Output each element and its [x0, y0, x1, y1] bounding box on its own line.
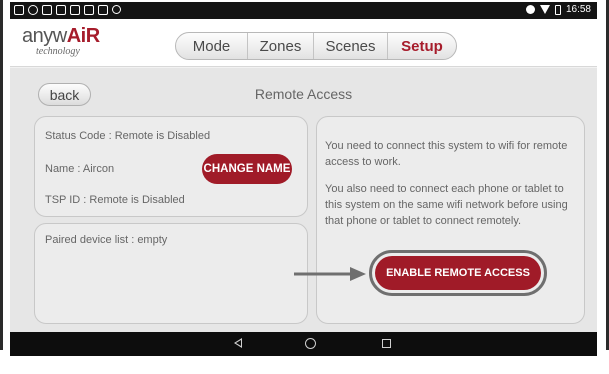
annotation-arrow-icon: [294, 267, 366, 281]
page-title: Remote Access: [254, 86, 353, 102]
main-tab-bar: Mode Zones Scenes Setup: [175, 32, 457, 60]
info-icon: [112, 5, 121, 14]
tablet-screen: 16:58 anywAiR technology Mode Zones Scen…: [10, 2, 597, 356]
home-icon[interactable]: [305, 338, 316, 349]
tab-setup[interactable]: Setup: [388, 33, 456, 59]
image-icon: [98, 5, 108, 15]
paired-devices-panel: Paired device list : empty: [34, 223, 308, 324]
tsp-id-text: TSP ID : Remote is Disabled: [45, 194, 185, 206]
notification-icon: [14, 5, 24, 15]
image-icon: [56, 5, 66, 15]
device-edge-left: [0, 0, 3, 350]
status-time: 16:58: [565, 4, 591, 15]
change-name-button[interactable]: CHANGE NAME: [202, 154, 292, 184]
brand-logo: anywAiR technology: [22, 25, 112, 63]
wifi-icon: [539, 5, 550, 14]
back-icon-inner: [236, 340, 241, 346]
paired-list-text: Paired device list : empty: [45, 234, 168, 246]
enable-remote-access-button[interactable]: ENABLE REMOTE ACCESS: [375, 256, 541, 290]
image-icon: [42, 5, 52, 15]
remote-access-page: Remote Access back Status Code : Remote …: [10, 68, 597, 332]
logo-wordmark: anywAiR: [22, 25, 112, 48]
tab-zones[interactable]: Zones: [248, 33, 314, 59]
sync-icon: [28, 5, 38, 15]
image-icon: [84, 5, 94, 15]
back-button[interactable]: back: [38, 83, 91, 106]
status-icons-right: 16:58: [525, 4, 591, 15]
logo-suffix: AiR: [66, 25, 100, 47]
tab-scenes[interactable]: Scenes: [314, 33, 388, 59]
wifi-requirement-text: You need to connect this system to wifi …: [325, 140, 568, 168]
status-icons-left: [14, 5, 121, 15]
logo-tagline: technology: [36, 46, 80, 57]
pairing-instruction-text: You also need to connect each phone or t…: [325, 183, 568, 227]
alarm-icon: [525, 5, 535, 14]
image-icon: [70, 5, 80, 15]
device-name-text: Name : Aircon: [45, 163, 115, 175]
system-nav-bar: [10, 332, 597, 356]
device-frame: 16:58 anywAiR technology Mode Zones Scen…: [0, 0, 609, 374]
tab-mode[interactable]: Mode: [176, 33, 248, 59]
app-header: anywAiR technology Mode Zones Scenes Set…: [10, 19, 597, 67]
recents-icon[interactable]: [382, 339, 391, 348]
status-code-text: Status Code : Remote is Disabled: [45, 130, 211, 142]
battery-icon: [554, 4, 561, 15]
status-bar: 16:58: [10, 2, 597, 19]
logo-prefix: anyw: [22, 25, 67, 47]
